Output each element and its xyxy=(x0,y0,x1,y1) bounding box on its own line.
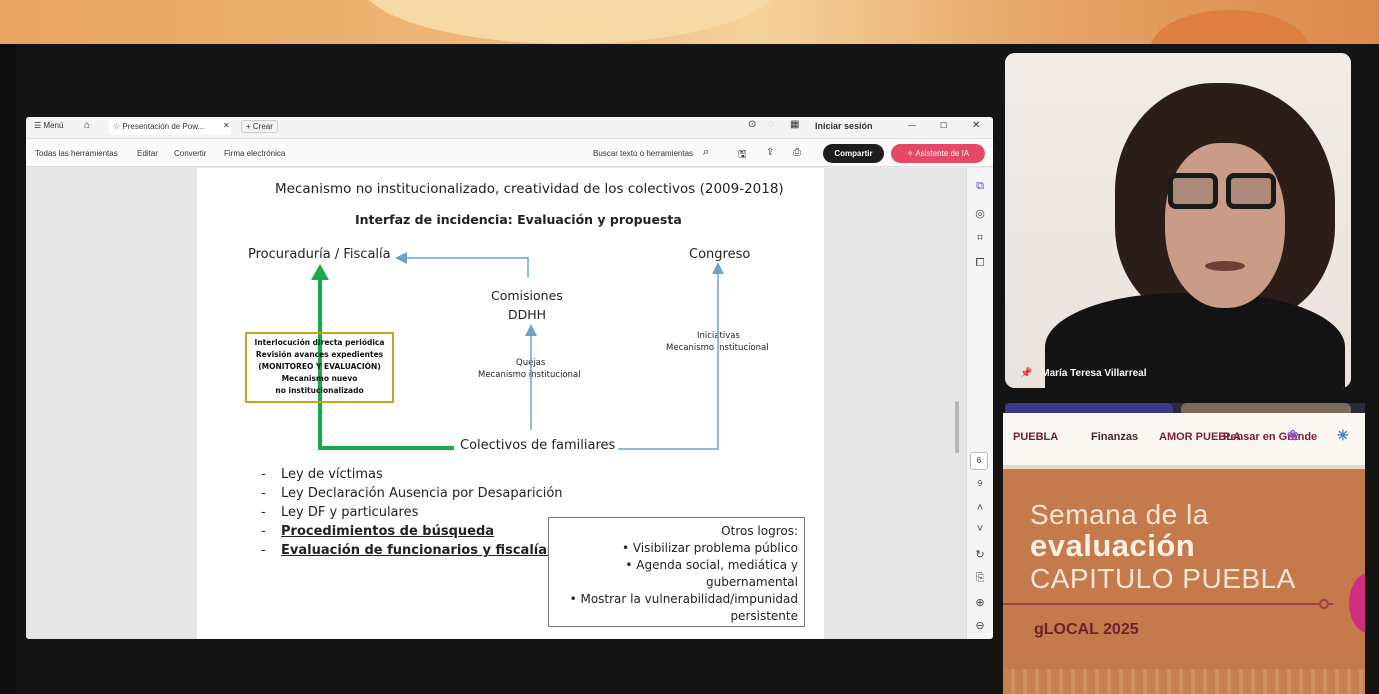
home-icon[interactable]: ⌂ xyxy=(84,120,90,131)
menu-button[interactable]: ☰ Menú xyxy=(34,121,63,130)
box-line: (MONITOREO Y EVALUACIÓN) xyxy=(258,362,381,371)
upload-icon[interactable]: ⇪ xyxy=(766,147,774,158)
share-button[interactable]: Compartir xyxy=(823,144,884,163)
other-achievements-box: Otros logros: • Visibilizar problema púb… xyxy=(548,517,805,627)
participant-name-tag: 📌 María Teresa Villarreal xyxy=(1020,368,1147,379)
flower-logo-icon: ❀ xyxy=(1287,427,1299,443)
page-total: 9 xyxy=(977,479,983,488)
all-tools-menu[interactable]: Todas las herramientas xyxy=(35,149,118,158)
zoom-out-icon[interactable]: ⊖ xyxy=(973,619,987,633)
other-achievements-title: Otros logros: xyxy=(721,524,798,538)
menu-label: Menú xyxy=(43,121,64,130)
participant-name: María Teresa Villarreal xyxy=(1041,368,1147,379)
glasses xyxy=(1168,173,1280,213)
diagram-arrows xyxy=(311,252,724,450)
event-title-line2: evaluación xyxy=(1030,528,1196,563)
green-arrowhead xyxy=(311,264,329,280)
star-icon: ☆ xyxy=(113,122,121,131)
participant-mouth xyxy=(1205,261,1245,271)
decorative-pattern xyxy=(1003,669,1365,694)
divider xyxy=(1003,603,1333,605)
close-tab-icon[interactable]: ✕ xyxy=(223,121,230,130)
help-icon[interactable]: ⊙ xyxy=(748,119,756,130)
event-footer: gLOCAL 2025 xyxy=(1034,621,1139,638)
list-item: • Mostrar la vulnerabilidad/impunidad xyxy=(569,592,798,606)
print-icon[interactable]: ⎙ xyxy=(793,147,801,158)
list-item: Ley DF y particulares xyxy=(261,503,563,522)
maximize-icon[interactable]: ☐ xyxy=(940,121,947,130)
minimize-icon[interactable]: — xyxy=(908,121,916,130)
ai-rail-icon[interactable]: ⧉ xyxy=(973,179,987,193)
pages-icon[interactable]: ⧠ xyxy=(973,256,987,270)
right-tool-rail: ⧉ ◎ ⌗ ⧠ 9 ˄ ˅ ↻ ⎘ ⊕ ⊖ xyxy=(966,168,993,639)
ai-icon: ✧ xyxy=(906,149,914,158)
bookmark-icon[interactable]: ⌗ xyxy=(973,231,987,245)
achievements-list: Ley de víctimas Ley Declaración Ausencia… xyxy=(261,465,563,560)
event-title-line3: CAPITULO PUEBLA xyxy=(1030,563,1296,594)
edit-menu[interactable]: Editar xyxy=(137,149,158,158)
box-line: Revisión avances expedientes xyxy=(255,350,384,359)
blue-arrow-congreso xyxy=(618,262,724,450)
blue-arrow-comisiones xyxy=(395,252,529,277)
tab-title: Presentación de Pow... xyxy=(122,122,205,131)
logo-finanzas: Finanzas xyxy=(1091,431,1139,443)
rotate-icon[interactable]: ↻ xyxy=(973,548,987,562)
apps-icon[interactable]: ▦ xyxy=(790,119,799,130)
pin-icon: 📌 xyxy=(1020,368,1033,379)
list-item-emphasis: Procedimientos de búsqueda xyxy=(281,524,495,539)
list-item-emphasis: Evaluación de funcionarios y fiscalías xyxy=(281,543,555,558)
ai-assistant-button[interactable]: ✧ Asistente de IA xyxy=(891,144,985,163)
esign-menu[interactable]: Firma electrónica xyxy=(224,149,285,158)
interlocution-box: Interlocución directa periódica Revisión… xyxy=(245,332,394,403)
divider-dot xyxy=(1319,599,1329,609)
box-line: Interlocución directa periódica xyxy=(254,338,385,347)
decorative-circle xyxy=(1349,573,1365,633)
list-item: • Visibilizar problema público xyxy=(621,541,798,555)
sponsor-logos: PUEBLA Finanzas AMOR PUEBLA Pensar en Gr… xyxy=(1003,413,1365,469)
list-item: gubernamental xyxy=(706,575,798,589)
banner-decoration xyxy=(360,0,780,44)
participant-face xyxy=(1165,143,1285,308)
list-item: Ley Declaración Ausencia por Desaparició… xyxy=(261,484,563,503)
page-number-field[interactable]: 6 xyxy=(970,452,988,470)
notification-icon[interactable]: ◌ xyxy=(768,119,774,130)
comment-icon[interactable]: ◎ xyxy=(973,207,987,221)
video-call-stage: ☰ Menú ⌂ ☆ Presentación de Pow... ✕ + Cr… xyxy=(0,0,1379,694)
event-branding-panel: PUEBLA Finanzas AMOR PUEBLA Pensar en Gr… xyxy=(1003,413,1365,694)
page-down-icon[interactable]: ˅ xyxy=(973,522,987,536)
title-bar: ☰ Menú ⌂ ☆ Presentación de Pow... ✕ + Cr… xyxy=(26,117,993,139)
new-tab-label: Crear xyxy=(252,122,273,131)
list-item: • Agenda social, mediática y xyxy=(625,558,798,572)
logo-puebla: PUEBLA xyxy=(1013,431,1059,443)
extract-icon[interactable]: ⎘ xyxy=(973,571,987,585)
star-logo-icon: ✳ xyxy=(1337,427,1349,443)
box-line: no institucionalizado xyxy=(275,386,364,395)
tab-document[interactable]: ☆ Presentación de Pow... xyxy=(109,120,231,135)
banner-decoration xyxy=(1150,10,1310,44)
scrollbar-thumb[interactable] xyxy=(955,401,959,453)
event-title-line1: Semana de la xyxy=(1030,499,1209,530)
pdf-viewer-window: ☰ Menú ⌂ ☆ Presentación de Pow... ✕ + Cr… xyxy=(26,117,993,639)
list-item: persistente xyxy=(730,609,798,623)
top-banner xyxy=(0,0,1379,44)
zoom-in-icon[interactable]: ⊕ xyxy=(973,596,987,610)
hamburger-icon: ☰ xyxy=(34,121,42,130)
list-item: Ley de víctimas xyxy=(261,465,563,484)
box-line: Mecanismo nuevo xyxy=(281,374,358,383)
logo-pensar-en-grande: Pensar en Grande xyxy=(1223,431,1318,443)
tools-toolbar: Todas las herramientas Editar Convertir … xyxy=(26,139,993,167)
page-up-icon[interactable]: ˄ xyxy=(973,501,987,515)
ai-button-label: Asistente de IA xyxy=(915,149,970,158)
left-edge xyxy=(0,44,16,694)
new-tab-button[interactable]: + Crear xyxy=(241,120,278,133)
sign-in-link[interactable]: Iniciar sesión xyxy=(815,121,873,131)
convert-menu[interactable]: Convertir xyxy=(174,149,206,158)
close-window-icon[interactable]: ✕ xyxy=(972,120,980,131)
save-icon[interactable]: 🖫 xyxy=(738,147,747,164)
search-icon[interactable]: ⌕ xyxy=(703,146,709,159)
search-field[interactable]: Buscar texto o herramientas xyxy=(593,149,693,158)
participant-video[interactable] xyxy=(1005,53,1351,388)
